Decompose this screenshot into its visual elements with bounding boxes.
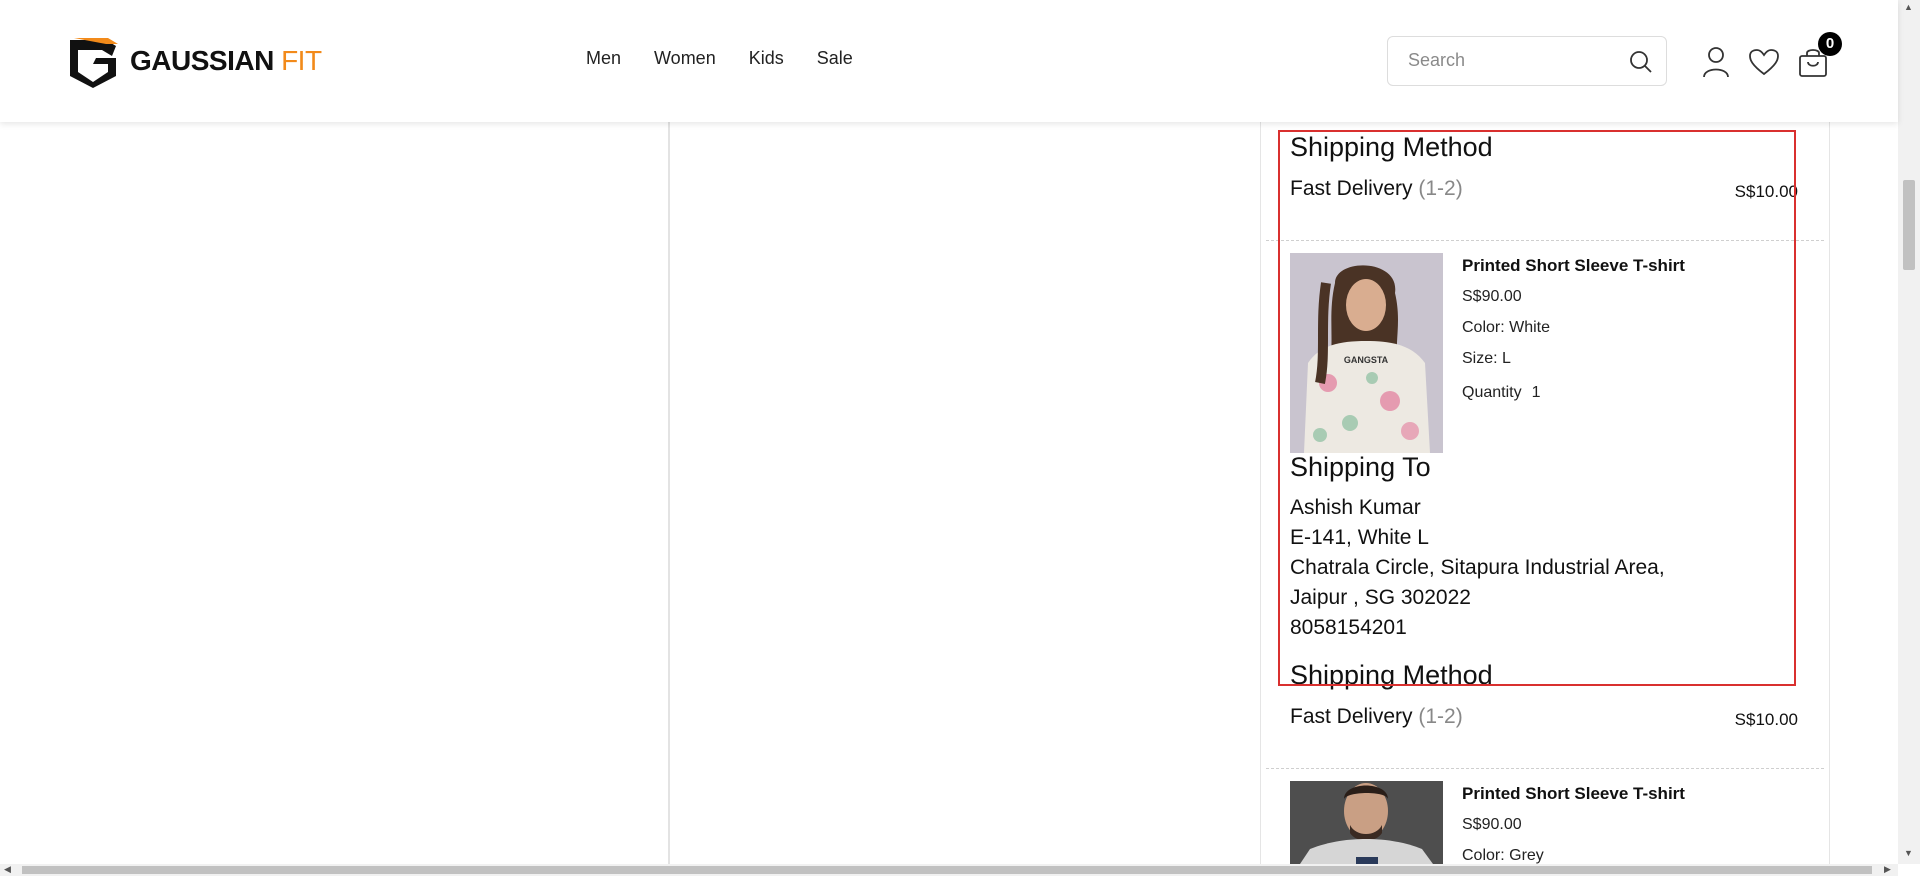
brand-logo[interactable]: GAUSSIAN FIT: [66, 34, 322, 88]
vertical-scrollbar[interactable]: ▲ ▼: [1898, 0, 1920, 864]
scroll-left-arrow-icon[interactable]: ◀: [4, 864, 11, 875]
scroll-down-arrow-icon[interactable]: ▼: [1904, 848, 1913, 858]
user-icon[interactable]: [1702, 46, 1730, 83]
delivery-price-2: S$10.00: [1734, 710, 1798, 729]
main-nav: Men Women Kids Sale: [586, 48, 853, 69]
nav-link-men[interactable]: Men: [586, 48, 621, 69]
horizontal-scrollbar[interactable]: ◀ ▶: [0, 864, 1898, 876]
brand-name: GAUSSIAN FIT: [130, 45, 322, 77]
column-divider: [668, 122, 670, 864]
search-icon[interactable]: [1628, 49, 1654, 80]
nav-link-women[interactable]: Women: [654, 48, 716, 69]
delivery-label: Fast Delivery: [1290, 705, 1413, 728]
highlight-box: [1278, 130, 1796, 686]
product-price-2: S$90.00: [1462, 816, 1522, 833]
product-name-2[interactable]: Printed Short Sleeve T-shirt: [1462, 784, 1685, 804]
logo-mark-icon: [70, 38, 118, 88]
heart-icon[interactable]: [1748, 48, 1780, 81]
site-header: GAUSSIAN FIT Men Women Kids Sale 0: [0, 0, 1898, 122]
brand-name-accent: FIT: [281, 45, 322, 76]
nav-link-kids[interactable]: Kids: [749, 48, 784, 69]
delivery-days: (1-2): [1418, 705, 1463, 728]
scroll-up-arrow-icon[interactable]: ▲: [1904, 2, 1913, 12]
nav-link-sale[interactable]: Sale: [817, 48, 853, 69]
search-input[interactable]: [1408, 50, 1608, 71]
vertical-scroll-thumb[interactable]: [1903, 180, 1915, 270]
horizontal-scroll-thumb[interactable]: [22, 866, 1872, 874]
cart-count-badge: 0: [1818, 32, 1842, 56]
search-box: [1387, 36, 1667, 86]
delivery-option-2: Fast Delivery (1-2): [1290, 705, 1463, 729]
brand-name-main: GAUSSIAN: [130, 45, 274, 76]
product-color-2: Color: Grey: [1462, 847, 1544, 864]
product-image-grey-tee[interactable]: [1290, 781, 1443, 864]
section-divider-2: [1266, 768, 1824, 769]
scroll-right-arrow-icon[interactable]: ▶: [1884, 864, 1891, 875]
